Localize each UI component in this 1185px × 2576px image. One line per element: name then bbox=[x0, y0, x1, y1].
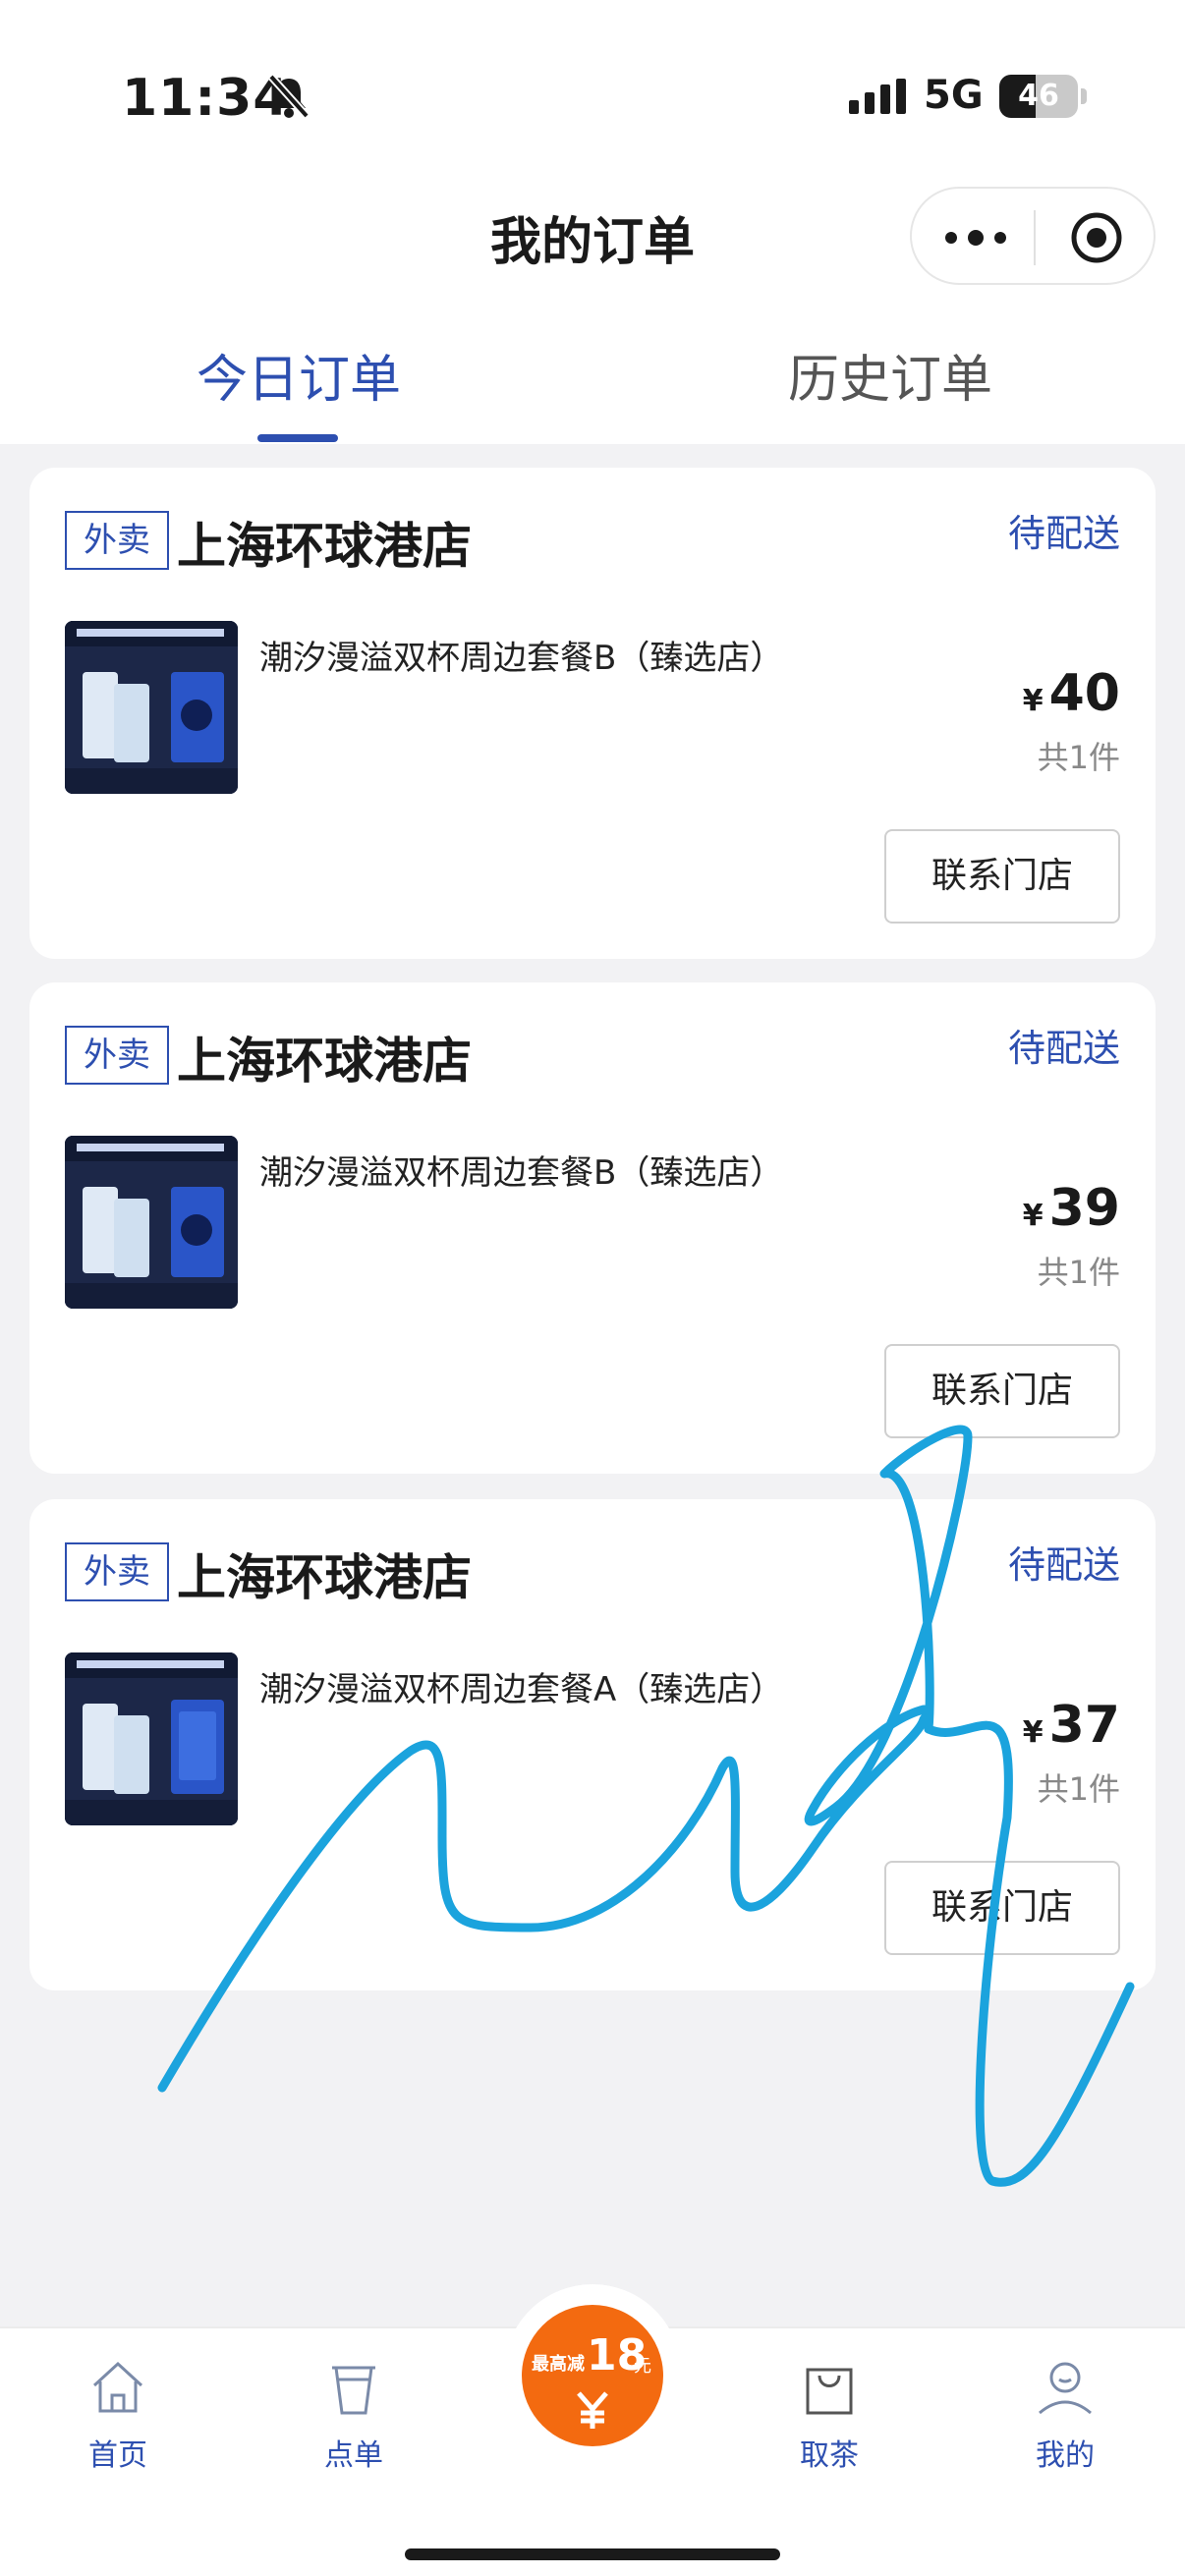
battery-percent: 46 bbox=[1018, 79, 1059, 113]
store-name: 上海环球港店 bbox=[177, 518, 472, 575]
product-image bbox=[65, 1136, 238, 1309]
currency-symbol: ¥ bbox=[1022, 1715, 1044, 1750]
order-status: 待配送 bbox=[1007, 1027, 1120, 1070]
tabbar-item-profile[interactable]: 我的 bbox=[967, 2328, 1163, 2476]
home-icon bbox=[92, 2361, 143, 2413]
tabbar-item-pickup[interactable]: 取茶 bbox=[731, 2328, 928, 2476]
promo-unit: 元 bbox=[634, 2356, 651, 2377]
contact-store-button[interactable]: 联系门店 bbox=[884, 1344, 1120, 1438]
profile-icon bbox=[1039, 2362, 1092, 2415]
capsule-divider bbox=[1034, 210, 1036, 265]
item-count: 共1件 bbox=[1037, 739, 1120, 776]
order-card[interactable]: 外卖 上海环球港店 待配送 潮汐漫溢双杯周边套餐A（臻选店） ¥37 共1件 联… bbox=[29, 1499, 1156, 1990]
order-status: 待配送 bbox=[1007, 512, 1120, 555]
tabbar-label: 取茶 bbox=[800, 2438, 859, 2473]
delivery-tag: 外卖 bbox=[65, 1026, 169, 1085]
miniprogram-capsule bbox=[910, 187, 1156, 285]
more-icon[interactable] bbox=[941, 224, 1010, 252]
order-card[interactable]: 外卖 上海环球港店 待配送 潮汐漫溢双杯周边套餐B（臻选店） ¥40 共1件 联… bbox=[29, 468, 1156, 959]
delivery-tag: 外卖 bbox=[65, 1542, 169, 1601]
promo-discount-button[interactable]: 最高减 18 元 bbox=[522, 2305, 663, 2446]
tabbar-item-order[interactable]: 点单 bbox=[255, 2328, 452, 2476]
order-price: ¥37 bbox=[1023, 1696, 1120, 1755]
delivery-tag: 外卖 bbox=[65, 511, 169, 570]
tabbar-label: 我的 bbox=[1036, 2438, 1095, 2473]
item-count: 共1件 bbox=[1037, 1770, 1120, 1808]
price-value: 39 bbox=[1048, 1179, 1120, 1238]
store-name: 上海环球港店 bbox=[177, 1033, 472, 1090]
price-value: 40 bbox=[1048, 664, 1120, 723]
tabbar-label: 点单 bbox=[324, 2438, 383, 2473]
status-bar: 11:34 5G 46 bbox=[0, 0, 1185, 167]
tab-today-orders[interactable]: 今日订单 bbox=[197, 338, 401, 412]
active-tab-indicator bbox=[257, 434, 338, 442]
tabbar-item-home[interactable]: 首页 bbox=[20, 2328, 216, 2476]
currency-symbol: ¥ bbox=[1022, 1199, 1044, 1233]
order-price: ¥39 bbox=[1023, 1179, 1120, 1238]
contact-store-button[interactable]: 联系门店 bbox=[884, 1861, 1120, 1955]
promo-label: 最高减 bbox=[532, 2354, 585, 2375]
bag-icon bbox=[806, 2368, 853, 2415]
order-status: 待配送 bbox=[1007, 1543, 1120, 1587]
bell-muted-icon bbox=[268, 74, 310, 119]
item-count: 共1件 bbox=[1037, 1254, 1120, 1291]
product-name: 潮汐漫溢双杯周边套餐B（臻选店） bbox=[259, 1153, 784, 1193]
product-image bbox=[65, 1652, 238, 1825]
contact-store-button[interactable]: 联系门店 bbox=[884, 829, 1120, 924]
tabbar-label: 首页 bbox=[88, 2438, 147, 2473]
yen-icon bbox=[577, 2391, 608, 2429]
battery-tip bbox=[1081, 88, 1087, 104]
close-miniprogram-icon[interactable] bbox=[1069, 210, 1124, 265]
status-time: 11:34 bbox=[122, 69, 290, 128]
signal-icon bbox=[849, 79, 906, 114]
cup-icon bbox=[332, 2366, 375, 2415]
currency-symbol: ¥ bbox=[1022, 684, 1044, 718]
product-image bbox=[65, 621, 238, 794]
product-name: 潮汐漫溢双杯周边套餐A（臻选店） bbox=[259, 1670, 784, 1709]
home-indicator bbox=[405, 2548, 780, 2560]
product-name: 潮汐漫溢双杯周边套餐B（臻选店） bbox=[259, 639, 784, 678]
network-label: 5G bbox=[924, 73, 984, 118]
nav-header: 我的订单 bbox=[0, 167, 1185, 295]
order-price: ¥40 bbox=[1023, 664, 1120, 723]
tab-history-orders[interactable]: 历史订单 bbox=[788, 338, 992, 412]
store-name: 上海环球港店 bbox=[177, 1549, 472, 1606]
battery-icon: 46 bbox=[999, 75, 1078, 118]
order-tabs: 今日订单 历史订单 bbox=[0, 295, 1185, 444]
order-card[interactable]: 外卖 上海环球港店 待配送 潮汐漫溢双杯周边套餐B（臻选店） ¥39 共1件 联… bbox=[29, 982, 1156, 1474]
price-value: 37 bbox=[1048, 1696, 1120, 1755]
